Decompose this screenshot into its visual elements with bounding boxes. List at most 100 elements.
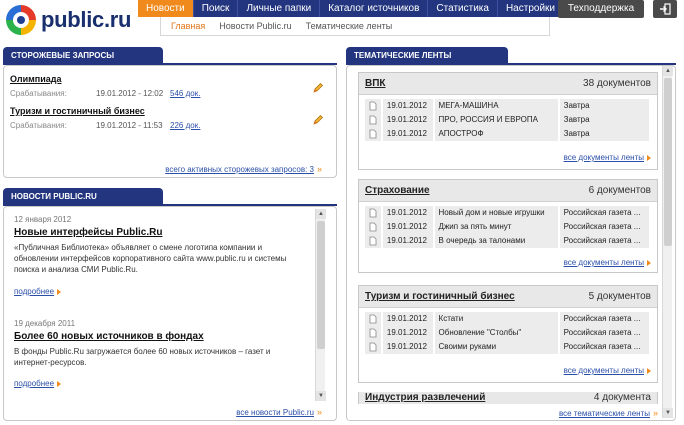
feed-row-source: Российская газета ... (559, 205, 649, 220)
feed-row-date: 19.01.2012 (382, 98, 433, 113)
nav-stats[interactable]: Статистика (428, 0, 498, 17)
nav-search[interactable]: Поиск (194, 0, 239, 17)
feed-row-source: Российская газета ... (559, 325, 649, 340)
feed-row[interactable]: 19.01.2012 В очередь за талонами Российс… (365, 233, 651, 248)
feed-row-source: Российская газета ... (559, 311, 649, 326)
watch-item-label: Срабатывания: (10, 89, 67, 98)
document-icon (365, 325, 381, 340)
watch-title: СТОРОЖЕВЫЕ ЗАПРОСЫ (3, 47, 163, 64)
feed-name[interactable]: ВПК (365, 78, 386, 89)
feed-row[interactable]: 19.01.2012 Джип за пять минут Российская… (365, 219, 651, 234)
nav-news[interactable]: Новости (138, 0, 194, 17)
arrow-icon (647, 367, 651, 374)
feed-card: Туризм и гостиничный бизнес 5 документов… (358, 285, 658, 383)
news-more-text: подробнее (14, 379, 55, 388)
subnav-home[interactable]: Главная (171, 21, 205, 31)
feed-header: Индустрия развлечений 4 документа (359, 392, 657, 404)
feed-row-title[interactable]: ПРО, РОССИЯ И ЕВРОПА (434, 112, 558, 127)
feeds-title: ТЕМАТИЧЕСКИЕ ЛЕНТЫ (346, 47, 508, 64)
feed-row-title[interactable]: Новый дом и новые игрушки (434, 205, 558, 220)
feed-row[interactable]: 19.01.2012 Своими руками Российская газе… (365, 339, 651, 354)
feed-header: Страхование 6 документов (359, 180, 657, 202)
support-button[interactable]: Техподдержка (558, 0, 644, 18)
nav-folders[interactable]: Личные папки (238, 0, 321, 17)
feeds-all-link[interactable]: все тематические ленты» (559, 408, 658, 418)
feed-all-link[interactable]: все документы ленты (564, 366, 651, 375)
edit-icon[interactable] (312, 114, 324, 126)
watch-all-link-text: всего активных сторожевых запросов: 3 (165, 165, 314, 174)
feed-card: ВПК 38 документов 19.01.2012 МЕГА-МАШИНА… (358, 72, 658, 170)
news-more-link[interactable]: подробнее (14, 287, 62, 296)
scroll-up-icon[interactable]: ▲ (663, 66, 673, 76)
feeds-all-link-text: все тематические ленты (559, 409, 650, 418)
feed-row[interactable]: 19.01.2012 ПРО, РОССИЯ И ЕВРОПА Завтра (365, 112, 651, 127)
arrow-icon (647, 259, 651, 266)
feed-all-link[interactable]: все документы ленты (564, 153, 651, 162)
feed-row-title[interactable]: Джип за пять минут (434, 219, 558, 234)
feed-name[interactable]: Страхование (365, 185, 430, 196)
news-date: 19 декабря 2011 (14, 319, 76, 328)
feed-row-source: Завтра (559, 98, 649, 113)
watch-item-name[interactable]: Олимпиада (10, 74, 330, 84)
watch-item: Туризм и гостиничный бизнес Срабатывания… (10, 106, 330, 130)
logo[interactable]: public.ru (6, 4, 132, 36)
news-scrollbar[interactable]: ▲ ▼ (315, 209, 326, 401)
feed-row-date: 19.01.2012 (382, 205, 433, 220)
news-panel: 12 января 2012 Новые интерфейсы Public.R… (3, 206, 337, 421)
feed-row-title[interactable]: Обновление "Столбы" (434, 325, 558, 340)
feed-row[interactable]: 19.01.2012 Кстати Российская газета ... (365, 311, 651, 326)
news-headline[interactable]: Более 60 новых источников в фондах (14, 331, 204, 342)
feed-row-title[interactable]: АПОСТРОФ (434, 126, 558, 141)
feed-row[interactable]: 19.01.2012 Обновление "Столбы" Российска… (365, 325, 651, 340)
feed-all-link[interactable]: все документы ленты (564, 258, 651, 267)
nav-settings[interactable]: Настройки (498, 0, 564, 17)
feed-count: 6 документов (588, 185, 651, 196)
feed-name[interactable]: Туризм и гостиничный бизнес (365, 291, 515, 302)
feed-row-date: 19.01.2012 (382, 112, 433, 127)
scroll-up-icon[interactable]: ▲ (316, 209, 326, 219)
nav-catalog[interactable]: Каталог источников (320, 0, 429, 17)
watch-panel: Олимпиада Срабатывания: 19.01.2012 - 12:… (3, 65, 337, 178)
feed-row-title[interactable]: МЕГА-МАШИНА (434, 98, 558, 113)
feed-row-title[interactable]: Своими руками (434, 339, 558, 354)
news-more-link[interactable]: подробнее (14, 379, 62, 388)
feed-row-date: 19.01.2012 (382, 311, 433, 326)
scroll-down-icon[interactable]: ▼ (663, 408, 673, 418)
sub-nav: Главная Новости Public.ru Тематические л… (160, 17, 550, 36)
news-all-link-text: все новости Public.ru (236, 408, 314, 417)
feeds-scrollbar[interactable]: ▲ ▼ (662, 66, 673, 418)
feed-name[interactable]: Индустрия развлечений (365, 392, 485, 403)
document-icon (365, 98, 381, 113)
exit-icon (660, 3, 671, 15)
news-headline[interactable]: Новые интерфейсы Public.Ru (14, 227, 162, 238)
feeds-scroll-thumb[interactable] (664, 78, 672, 246)
watch-item-label: Срабатывания: (10, 121, 67, 130)
watch-item-count-link[interactable]: 546 док. (170, 89, 200, 98)
logo-text: public.ru (41, 7, 132, 32)
watch-item-count-link[interactable]: 226 док. (170, 121, 200, 130)
feed-row-source: Российская газета ... (559, 219, 649, 234)
feed-row[interactable]: 19.01.2012 МЕГА-МАШИНА Завтра (365, 98, 651, 113)
watch-all-link[interactable]: всего активных сторожевых запросов: 3» (165, 164, 322, 174)
scroll-down-icon[interactable]: ▼ (316, 391, 326, 401)
arrow-icon (57, 288, 62, 295)
feed-count: 4 документа (593, 392, 651, 403)
news-scroll-thumb[interactable] (317, 221, 325, 349)
document-icon (365, 233, 381, 248)
watch-item-name[interactable]: Туризм и гостиничный бизнес (10, 106, 330, 116)
feed-row-title[interactable]: Кстати (434, 311, 558, 326)
news-title: НОВОСТИ PUBLIC.RU (3, 188, 163, 205)
exit-button[interactable] (653, 0, 677, 18)
subnav-feeds[interactable]: Тематические ленты (306, 21, 393, 31)
subnav-public-news[interactable]: Новости Public.ru (219, 21, 291, 31)
double-arrow-icon: » (652, 408, 658, 418)
feed-row-source: Российская газета ... (559, 233, 649, 248)
feed-row[interactable]: 19.01.2012 Новый дом и новые игрушки Рос… (365, 205, 651, 220)
document-icon (365, 126, 381, 141)
edit-icon[interactable] (312, 82, 324, 94)
feed-all-link-text: все документы ленты (563, 366, 644, 375)
feed-row[interactable]: 19.01.2012 АПОСТРОФ Завтра (365, 126, 651, 141)
feed-row-title[interactable]: В очередь за талонами (434, 233, 558, 248)
news-all-link[interactable]: все новости Public.ru» (236, 407, 322, 417)
feed-row-source: Завтра (559, 112, 649, 127)
